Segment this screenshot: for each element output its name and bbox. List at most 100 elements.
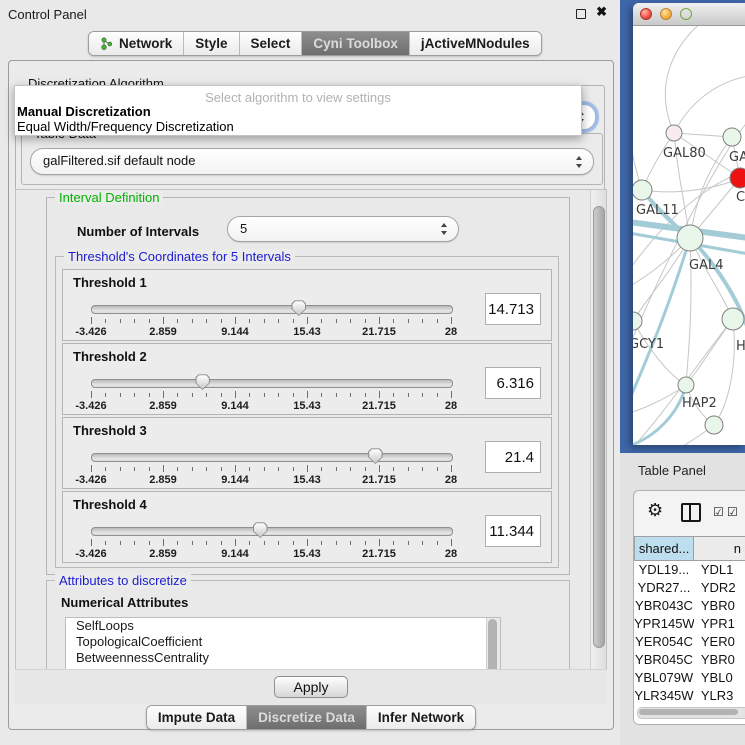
threshold-1-value-field[interactable]	[485, 293, 541, 325]
threshold-4-slider[interactable]: -3.4262.8599.14415.4321.71528	[91, 522, 451, 560]
threshold-2-slider[interactable]: -3.4262.8599.14415.4321.71528	[91, 374, 451, 412]
network-edge[interactable]	[714, 319, 734, 425]
apply-button[interactable]: Apply	[274, 676, 347, 698]
network-edge[interactable]	[642, 178, 740, 192]
table-row[interactable]: YBR043CYBR0	[634, 597, 745, 615]
network-window-titlebar[interactable]	[633, 3, 745, 26]
algorithm-dropdown-hint: Select algorithm to view settings	[15, 90, 581, 105]
slider-track[interactable]	[91, 453, 453, 462]
tab-label: Cyni Toolbox	[313, 36, 398, 51]
slider-ticks	[91, 391, 451, 399]
tab-jactivemnodules[interactable]: jActiveMNodules	[409, 32, 541, 55]
threshold-3-label: Threshold 3	[73, 423, 147, 438]
slider-track[interactable]	[91, 305, 453, 314]
network-node-h[interactable]	[722, 308, 744, 330]
slider-track[interactable]	[91, 527, 453, 536]
table-data-combo[interactable]: galFiltered.sif default node	[30, 148, 594, 175]
network-edge[interactable]	[633, 238, 690, 321]
numerical-attributes-list[interactable]: SelfLoopsTopologicalCoefficientBetweenne…	[65, 617, 501, 671]
node-label: GAL4	[689, 258, 723, 273]
table-row[interactable]: YPR145WYPR1	[634, 615, 745, 633]
slider-tick-labels: -3.4262.8599.14415.4321.71528	[91, 474, 451, 486]
list-scrollbar[interactable]	[486, 618, 500, 671]
threshold-1-slider[interactable]: -3.4262.8599.14415.4321.71528	[91, 300, 451, 338]
checkbox-checked-icon[interactable]: ☑	[713, 506, 724, 518]
node-label: GA	[729, 150, 745, 165]
split-columns-icon[interactable]	[681, 503, 701, 522]
table-cell: YBR043C	[634, 597, 694, 615]
gear-icon[interactable]: ⚙	[647, 501, 663, 519]
slider-tick-labels: -3.4262.8599.14415.4321.71528	[91, 548, 451, 560]
network-edge[interactable]	[633, 86, 642, 190]
threshold-3-slider[interactable]: -3.4262.8599.14415.4321.71528	[91, 448, 451, 486]
algorithm-option-manual[interactable]: Manual Discretization	[17, 104, 151, 119]
table-row[interactable]: YBR045CYBR0	[634, 651, 745, 669]
table-row[interactable]: YER054CYER0	[634, 633, 745, 651]
table-row[interactable]: YBL079WYBL0	[634, 669, 745, 687]
horizontal-scrollbar[interactable]	[637, 707, 745, 719]
list-scrollbar-thumb[interactable]	[488, 619, 497, 671]
table-cell: YLR345W	[634, 687, 694, 705]
vertical-scrollbar-thumb[interactable]	[593, 206, 605, 648]
tab-infer-network[interactable]: Infer Network	[366, 706, 475, 729]
tab-cyni-toolbox[interactable]: Cyni Toolbox	[301, 32, 409, 55]
threshold-4-value-field[interactable]	[485, 515, 541, 547]
network-node-ga[interactable]	[723, 128, 741, 146]
threshold-4-box: Threshold 4 -3.4262.8599.14415.4321.71528	[62, 491, 552, 563]
tab-style[interactable]: Style	[183, 32, 238, 55]
node-label: H	[736, 339, 745, 354]
num-intervals-combo[interactable]: 5	[227, 216, 459, 242]
desktop-background: GAL80GACGAL11GAL4GCY1HHAP2	[620, 0, 745, 453]
network-node-gal4[interactable]	[677, 225, 703, 251]
horizontal-scrollbar-thumb[interactable]	[639, 709, 738, 715]
close-icon[interactable]: ✖	[596, 5, 607, 19]
panel-title: Control Panel	[8, 7, 87, 22]
threshold-2-value-field[interactable]	[485, 367, 541, 399]
table-row[interactable]: YDR27...YDR2	[634, 579, 745, 597]
table-panel: Table Panel ⚙ ☑ ☑ shared...n YDL19...YDL…	[620, 453, 745, 745]
table-header-row: shared...n	[634, 536, 745, 561]
float-window-icon[interactable]	[576, 9, 586, 19]
network-edge[interactable]	[643, 425, 714, 445]
network-edge[interactable]	[633, 385, 686, 414]
top-tab-bar: Network Style Select Cyni Toolbox jActiveMNo…	[88, 31, 542, 56]
tab-impute-data[interactable]: Impute Data	[147, 706, 246, 729]
table-cell: YDL19...	[634, 561, 694, 579]
network-node-gal11[interactable]	[633, 180, 652, 200]
network-canvas[interactable]: GAL80GACGAL11GAL4GCY1HHAP2	[633, 26, 745, 445]
vertical-scrollbar[interactable]	[590, 190, 606, 670]
tab-label: Select	[251, 36, 291, 51]
network-node-gcy1[interactable]	[633, 312, 642, 330]
network-edge[interactable]	[686, 319, 733, 385]
attribute-item-betweennesscentrality[interactable]: BetweennessCentrality	[66, 650, 500, 666]
threshold-1-label: Threshold 1	[73, 275, 147, 290]
screen: Control Panel ✖ Network Style Select Cyni T…	[0, 0, 745, 745]
slider-ticks	[91, 465, 451, 473]
threshold-4-label: Threshold 4	[73, 497, 147, 512]
column-header-2[interactable]: n	[694, 536, 745, 561]
combo-spinner-icon	[441, 223, 448, 235]
network-node-hap2[interactable]	[678, 377, 694, 393]
network-node-gal80[interactable]	[666, 125, 682, 141]
minimize-window-icon[interactable]	[660, 8, 672, 20]
table-row[interactable]: YDL19...YDL1	[634, 561, 745, 579]
tab-select[interactable]: Select	[239, 32, 302, 55]
network-node[interactable]	[705, 416, 723, 434]
tab-label: Network	[119, 36, 172, 51]
attribute-item-topologicalcoefficient[interactable]: TopologicalCoefficient	[66, 634, 500, 650]
table-cell: YBR0	[694, 597, 745, 615]
tab-discretize-data[interactable]: Discretize Data	[246, 706, 366, 729]
zoom-window-icon[interactable]	[680, 8, 692, 20]
slider-track[interactable]	[91, 379, 453, 388]
threshold-3-value-field[interactable]	[485, 441, 541, 473]
algorithm-option-equal-width[interactable]: Equal Width/Frequency Discretization	[17, 119, 234, 134]
table-row[interactable]: YLR345WYLR3	[634, 687, 745, 705]
column-header-1[interactable]: shared...	[634, 536, 694, 561]
network-edge[interactable]	[674, 76, 745, 133]
tab-label: Discretize Data	[258, 710, 355, 725]
network-node-c[interactable]	[730, 168, 745, 188]
close-window-icon[interactable]	[640, 8, 652, 20]
attribute-item-selfloops[interactable]: SelfLoops	[66, 618, 500, 634]
checkbox-checked-icon[interactable]: ☑	[727, 506, 738, 518]
tab-network[interactable]: Network	[89, 32, 183, 55]
